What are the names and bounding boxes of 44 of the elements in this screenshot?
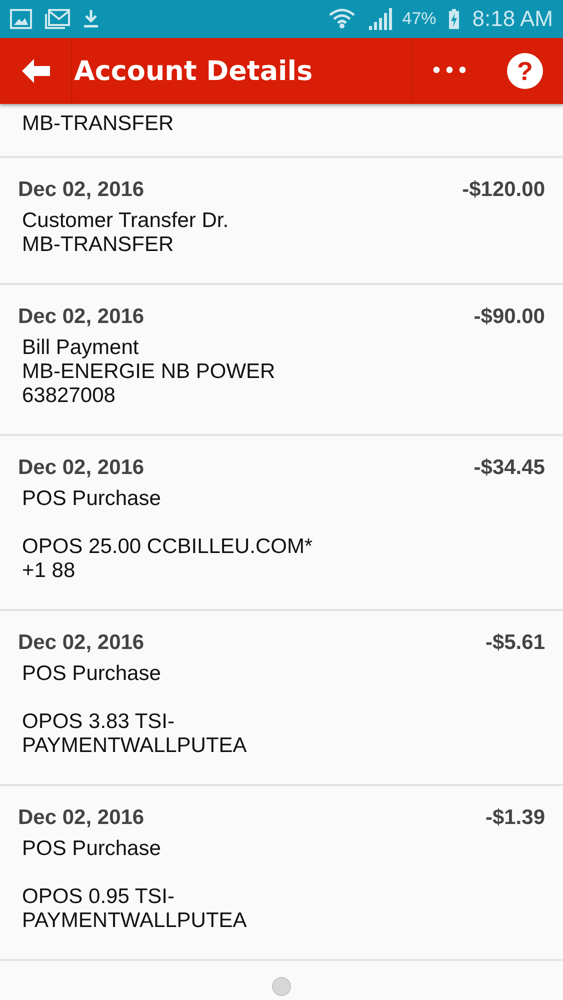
transaction-description: POS Purchase [22, 662, 162, 686]
transaction-detail: OPOS 25.00 CCBILLEU.COM* [22, 535, 314, 559]
transaction-row[interactable]: Dec 02, 2016 -$120.00 Customer Transfer Dr. MB-TRANSFER [0, 158, 563, 285]
battery-percent: 47% [402, 9, 436, 29]
transaction-date: Dec 02, 2016 [18, 631, 144, 655]
download-icon [82, 9, 100, 29]
transaction-amount: -$1.39 [485, 806, 545, 830]
transaction-amount: -$5.61 [485, 631, 545, 655]
transaction-date: Dec 02, 2016 [18, 305, 144, 329]
transaction-description: 63827008 [22, 384, 116, 408]
transaction-description: MB-ENERGIE NB POWER [22, 360, 276, 384]
back-button[interactable] [0, 38, 72, 104]
transaction-description: POS Purchase [22, 487, 162, 511]
transaction-description: MB-TRANSFER [22, 233, 175, 257]
transaction-detail: PAYMENTWALLPUTEA [22, 734, 248, 758]
screen-title: Account Details [73, 56, 314, 86]
transaction-description: Customer Transfer Dr. [22, 209, 230, 233]
transaction-row[interactable]: Dec 02, 2016 -$1.39 POS Purchase OPOS 0.95 TSI- PAYMENTWALLPUTEA [0, 786, 563, 961]
transaction-detail: PAYMENTWALLPUTEA [22, 909, 248, 933]
scroll-indicator [272, 977, 291, 996]
transaction-row[interactable]: Dec 02, 2016 -$5.61 POS Purchase OPOS 3.83 TSI- PAYMENTWALLPUTEA [0, 611, 563, 786]
transaction-date: Dec 02, 2016 [18, 178, 144, 202]
battery-charging-icon [448, 8, 460, 30]
transaction-amount: -$120.00 [462, 178, 545, 202]
wifi-icon [328, 7, 356, 31]
more-button[interactable]: ••• [411, 38, 487, 104]
transaction-date: Dec 02, 2016 [18, 456, 144, 480]
transaction-detail: OPOS 0.95 TSI- [22, 885, 176, 909]
gallery-icon [10, 9, 32, 29]
transaction-amount: -$90.00 [474, 305, 545, 329]
transaction-row[interactable]: Dec 02, 2016 -$34.45 POS Purchase OPOS 25.00 CCBILLEU.COM* +1 88 [0, 436, 563, 611]
transaction-row[interactable]: Dec 02, 2016 -$90.00 Bill Payment MB-ENERGIE NB POWER 63827008 [0, 285, 563, 436]
transaction-description: MB-TRANSFER [22, 112, 175, 136]
transaction-description: Bill Payment [22, 336, 140, 360]
back-arrow-icon [20, 57, 52, 85]
transaction-date: Dec 02, 2016 [18, 806, 144, 830]
transaction-detail: OPOS 3.83 TSI- [22, 710, 176, 734]
clock: 8:18 AM [472, 6, 553, 32]
transaction-description: POS Purchase [22, 837, 162, 861]
transaction-amount: -$34.45 [474, 456, 545, 480]
signal-icon [368, 7, 394, 31]
transaction-detail: +1 88 [22, 559, 76, 583]
help-button[interactable]: ? [487, 38, 563, 104]
mail-icon [44, 9, 70, 29]
